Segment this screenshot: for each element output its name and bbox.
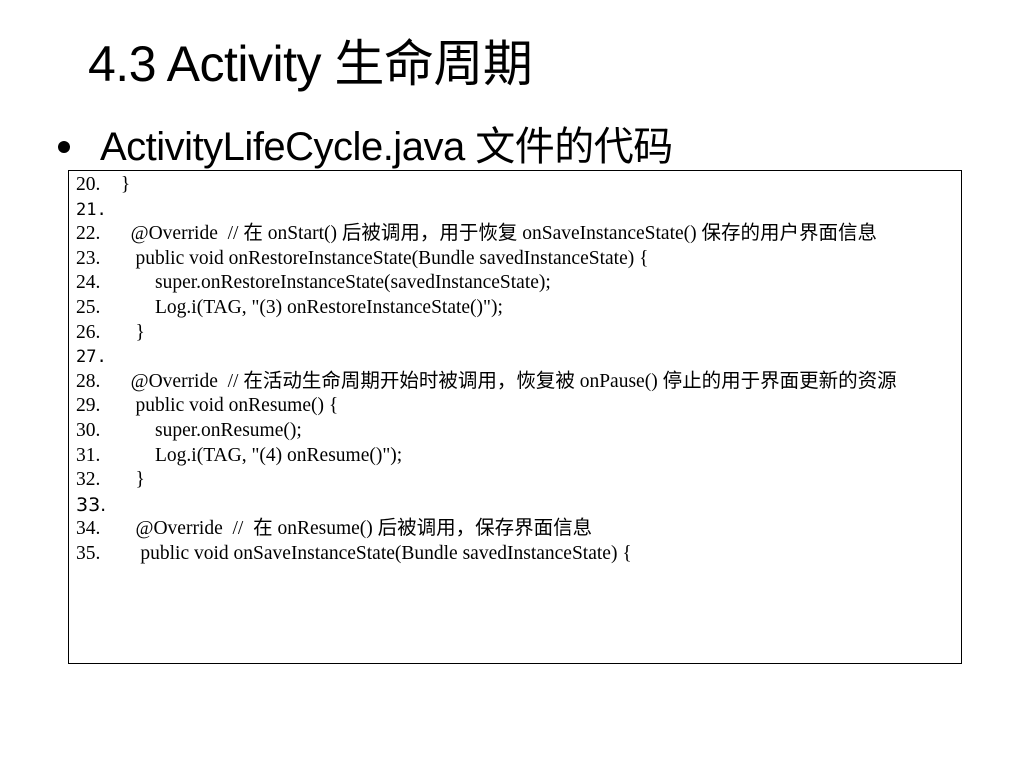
code-text: super.onRestoreInstanceState(savedInstan… [116,272,551,294]
line-number: 33. [76,493,107,516]
code-text: public void onResume() { [116,395,339,417]
code-text: Log.i(TAG, "(4) onResume()"); [116,444,403,466]
code-line: 32. } [76,468,953,493]
code-line: 27. [76,345,953,370]
slide-title: 4.3 Activity 生命周期 [88,36,533,92]
code-line: 24. super.onRestoreInstanceState(savedIn… [76,271,953,296]
code-line: 30. super.onResume(); [76,419,953,444]
code-line: 21. [76,198,953,223]
line-number: 25. [76,296,101,318]
code-line: 22. @Override // 在 onStart() 后被调用，用于恢复 o… [76,222,953,247]
bullet-item: ActivityLifeCycle.java 文件的代码 [58,117,673,177]
code-text: @Override // 在 onStart() 后被调用，用于恢复 onSav… [116,223,878,245]
code-line: 25. Log.i(TAG, "(3) onRestoreInstanceSta… [76,296,953,321]
line-number: 24. [76,272,101,294]
line-number: 30. [76,419,101,441]
code-line: 31. Log.i(TAG, "(4) onResume()"); [76,444,953,469]
line-number: 34. [76,518,101,540]
code-line: 35. public void onSaveInstanceState(Bund… [76,542,953,567]
code-text: } [116,174,131,195]
line-number: 26. [76,321,101,343]
code-text: @Override // 在 onResume() 后被调用，保存界面信息 [116,518,593,540]
line-number: 27. [76,347,107,368]
code-text: @Override // 在活动生命周期开始时被调用，恢复被 onPause()… [116,370,897,392]
code-text: public void onRestoreInstanceState(Bundl… [116,247,649,269]
code-line: 34. @Override // 在 onResume() 后被调用，保存界面信… [76,517,953,542]
code-text: super.onResume(); [116,419,302,441]
code-text: Log.i(TAG, "(3) onRestoreInstanceState()… [116,296,503,318]
slide: 4.3 Activity 生命周期 ActivityLifeCycle.java… [0,0,1024,768]
line-number: 28. [76,370,101,392]
line-number: 23. [76,247,101,269]
code-line: 26. } [76,321,953,346]
line-number: 32. [76,469,101,491]
line-number: 35. [76,542,101,564]
bullet-dot-icon [58,141,70,153]
code-line: 28. @Override // 在活动生命周期开始时被调用，恢复被 onPau… [76,370,953,395]
code-line: 29. public void onResume() { [76,394,953,419]
line-number: 22. [76,223,101,245]
code-text: public void onSaveInstanceState(Bundle s… [116,542,632,564]
line-number: 31. [76,444,101,466]
code-listing: 20. } 21. 22. @Override // 在 onStart() 后… [68,170,962,664]
code-text: } [116,321,145,343]
line-number: 29. [76,395,101,417]
line-number: 20. [76,174,101,195]
bullet-text: ActivityLifeCycle.java 文件的代码 [100,125,673,169]
code-text: } [116,469,145,491]
code-line: 23. public void onRestoreInstanceState(B… [76,247,953,272]
code-line: 33. [76,493,953,518]
code-line: 20. } [76,173,953,198]
line-number: 21. [76,199,107,220]
